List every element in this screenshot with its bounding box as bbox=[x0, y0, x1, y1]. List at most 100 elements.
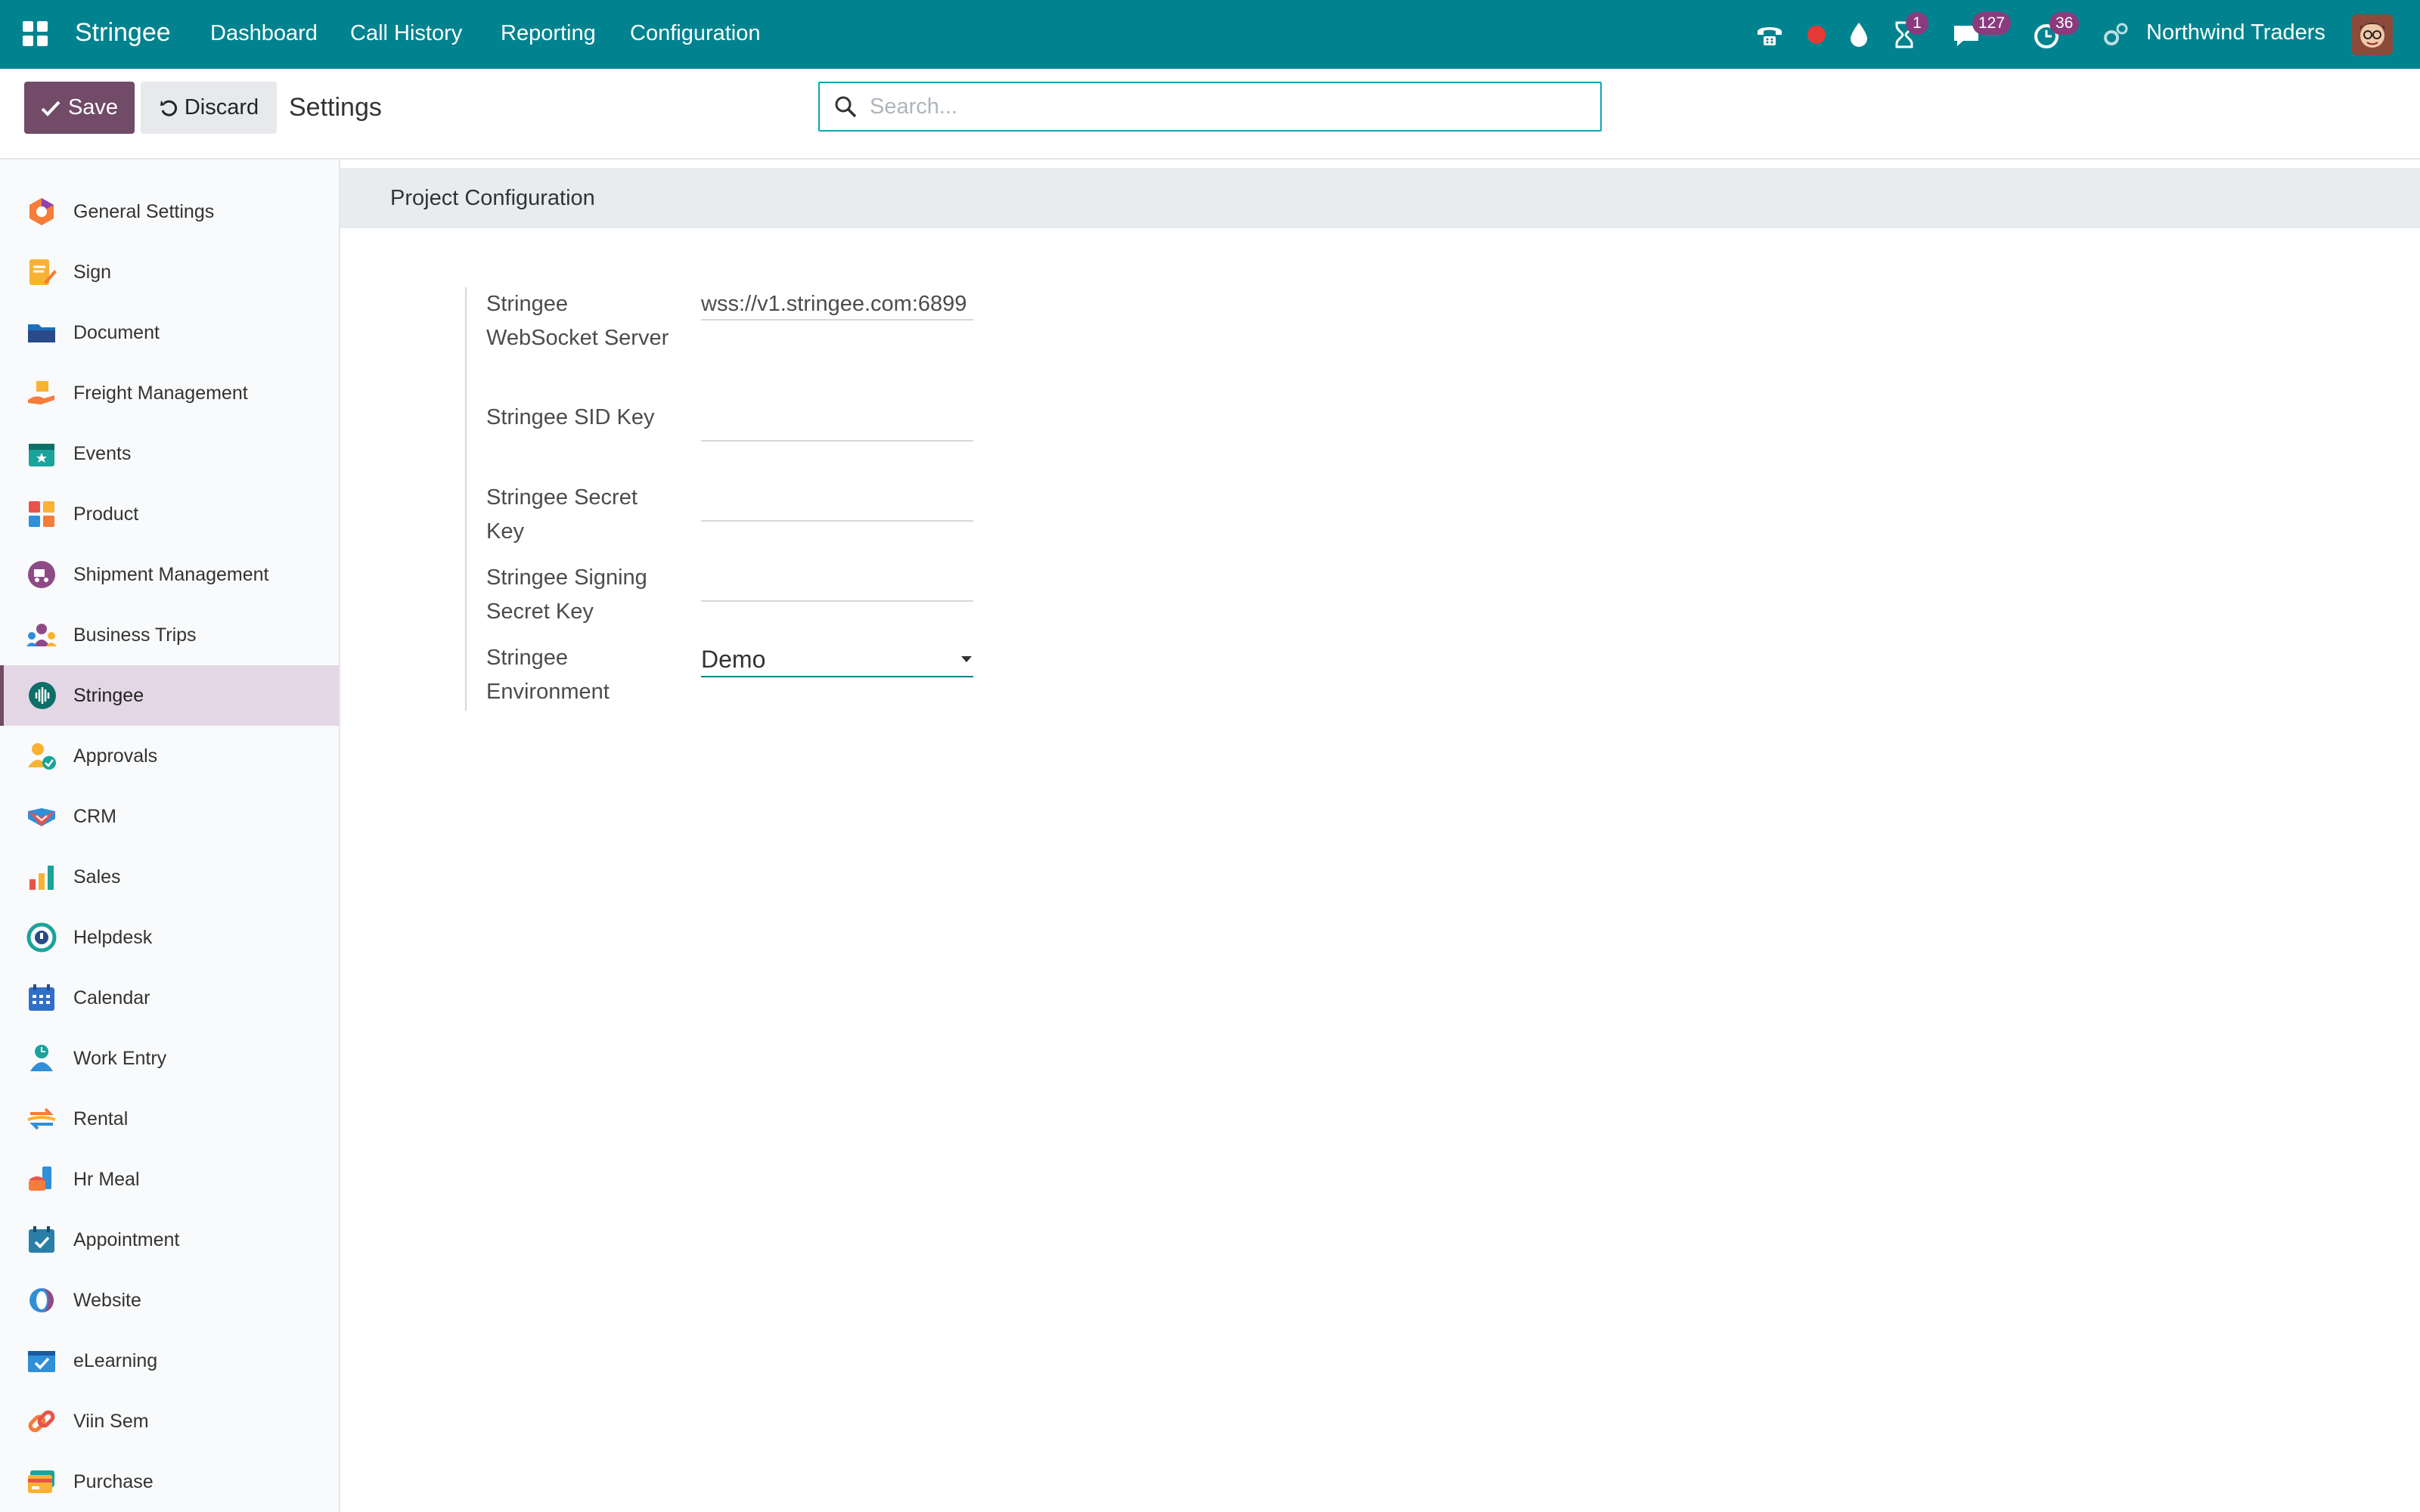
website-icon bbox=[29, 1288, 54, 1312]
shipment-icon bbox=[28, 561, 55, 588]
caret-down-icon bbox=[961, 656, 972, 662]
sidebar-item-label: Shipment Management bbox=[73, 563, 269, 585]
sidebar-item-business-trips[interactable]: Business Trips bbox=[0, 605, 339, 665]
sidebar-item-label: Rental bbox=[73, 1108, 129, 1129]
sidebar-item-freight-management[interactable]: Freight Management bbox=[0, 363, 339, 423]
elearning-icon bbox=[28, 1351, 55, 1372]
approvals-icon bbox=[28, 743, 56, 770]
sidebar-item-label: eLearning bbox=[73, 1349, 158, 1371]
user-avatar[interactable] bbox=[2352, 14, 2393, 55]
sidebar-item-label: Sales bbox=[73, 866, 121, 888]
sales-chart-icon bbox=[29, 866, 54, 890]
sidebar-item-shipment-management[interactable]: Shipment Management bbox=[0, 544, 339, 605]
sidebar-item-label: Helpdesk bbox=[73, 926, 153, 948]
business-trips-icon bbox=[26, 624, 57, 646]
general-settings-icon bbox=[29, 198, 54, 225]
section-title: Project Configuration bbox=[390, 186, 595, 210]
sidebar-item-crm[interactable]: CRM bbox=[0, 786, 339, 847]
sid-key-label: Stringee SID Key bbox=[486, 405, 655, 429]
discard-button[interactable]: Discard bbox=[141, 82, 277, 134]
sidebar-item-appointment[interactable]: Appointment bbox=[0, 1210, 339, 1270]
sidebar-item-label: Work Entry bbox=[73, 1047, 167, 1069]
meal-icon bbox=[29, 1167, 51, 1191]
sidebar-item-hr-meal[interactable]: Hr Meal bbox=[0, 1149, 339, 1210]
save-button[interactable]: Save bbox=[24, 82, 135, 134]
sidebar-item-label: Stringee bbox=[73, 684, 144, 706]
sidebar-item-label: Viin Sem bbox=[73, 1410, 149, 1432]
sign-icon bbox=[29, 259, 57, 285]
rental-icon bbox=[27, 1108, 56, 1130]
apps-grid-icon[interactable] bbox=[21, 20, 50, 48]
sidebar-item-label: Sign bbox=[73, 261, 112, 283]
undo-icon bbox=[160, 100, 177, 116]
sidebar-item-calendar[interactable]: Calendar bbox=[0, 968, 339, 1028]
menu-configuration[interactable]: Configuration bbox=[630, 21, 761, 46]
sidebar-item-general-settings[interactable]: General Settings bbox=[0, 181, 339, 242]
settings-gears-icon[interactable] bbox=[2099, 18, 2133, 51]
sidebar-item-label: Document bbox=[73, 321, 160, 343]
crm-handshake-icon bbox=[28, 808, 55, 826]
work-entry-icon bbox=[30, 1045, 53, 1071]
sidebar-item-sales[interactable]: Sales bbox=[0, 847, 339, 907]
appointment-icon bbox=[29, 1226, 54, 1253]
sidebar-item-elearning[interactable]: eLearning bbox=[0, 1331, 339, 1391]
freight-icon bbox=[28, 381, 54, 404]
environment-select[interactable]: Demo bbox=[701, 641, 973, 677]
sidebar-item-product[interactable]: Product bbox=[0, 484, 339, 544]
sidebar-item-label: Product bbox=[73, 503, 139, 525]
signing-secret-key-label: Stringee Signing Secret Key bbox=[486, 565, 647, 624]
clock-badge: 36 bbox=[2049, 12, 2080, 35]
menu-reporting[interactable]: Reporting bbox=[501, 21, 596, 46]
search-box[interactable] bbox=[818, 82, 1602, 132]
sidebar-item-stringee[interactable]: Stringee bbox=[0, 665, 339, 726]
sidebar-item-label: Calendar bbox=[73, 987, 150, 1009]
sidebar-item-sign[interactable]: Sign bbox=[0, 242, 339, 302]
activities-badge: 1 bbox=[1906, 12, 1928, 35]
sidebar-item-events[interactable]: Events bbox=[0, 423, 339, 484]
drop-icon[interactable] bbox=[1842, 18, 1876, 51]
control-panel: Save Discard Settings bbox=[0, 69, 2420, 160]
sidebar-item-label: Appointment bbox=[73, 1228, 180, 1250]
search-input[interactable] bbox=[868, 93, 1552, 120]
menu-call-history[interactable]: Call History bbox=[350, 21, 462, 46]
sidebar-item-label: Purchase bbox=[73, 1470, 154, 1492]
sidebar-item-viin-sem[interactable]: Viin Sem bbox=[0, 1391, 339, 1452]
sidebar-item-label: Hr Meal bbox=[73, 1168, 140, 1190]
environment-value: Demo bbox=[701, 646, 766, 673]
stringee-icon bbox=[29, 682, 56, 709]
sidebar-item-purchase[interactable]: Purchase bbox=[0, 1452, 339, 1512]
websocket-server-label: Stringee WebSocket Server bbox=[486, 292, 669, 350]
sidebar-item-label: Approvals bbox=[73, 745, 158, 767]
sid-key-input[interactable] bbox=[701, 410, 973, 442]
folder-icon bbox=[28, 324, 55, 342]
sidebar-item-approvals[interactable]: Approvals bbox=[0, 726, 339, 786]
calendar-icon bbox=[29, 984, 54, 1011]
page-title: Settings bbox=[289, 93, 382, 122]
events-icon bbox=[29, 444, 54, 466]
helpdesk-icon bbox=[26, 922, 57, 953]
company-switcher[interactable]: Northwind Traders bbox=[2146, 20, 2325, 45]
sidebar-item-label: Events bbox=[73, 442, 132, 464]
app-brand[interactable]: Stringee bbox=[75, 18, 171, 48]
record-dot-icon[interactable] bbox=[1800, 18, 1833, 51]
signing-secret-key-input[interactable] bbox=[701, 570, 973, 602]
sidebar-item-label: CRM bbox=[73, 805, 116, 827]
settings-sidebar: General Settings Sign Document Freight M… bbox=[0, 160, 340, 1512]
secret-key-label: Stringee Secret Key bbox=[486, 485, 638, 544]
websocket-server-input[interactable] bbox=[701, 289, 973, 321]
save-label: Save bbox=[67, 95, 119, 119]
section-header: Project Configuration bbox=[340, 168, 2420, 228]
discard-label: Discard bbox=[184, 95, 259, 119]
menu-dashboard[interactable]: Dashboard bbox=[210, 21, 318, 46]
top-navbar: Stringee Dashboard Call History Reportin… bbox=[0, 0, 2420, 69]
sidebar-item-website[interactable]: Website bbox=[0, 1270, 339, 1331]
sidebar-item-work-entry[interactable]: Work Entry bbox=[0, 1028, 339, 1089]
phone-icon[interactable] bbox=[1753, 18, 1786, 51]
secret-key-input[interactable] bbox=[701, 490, 973, 522]
link-icon bbox=[28, 1410, 55, 1433]
sidebar-item-document[interactable]: Document bbox=[0, 302, 339, 363]
sidebar-item-helpdesk[interactable]: Helpdesk bbox=[0, 907, 339, 968]
sidebar-item-rental[interactable]: Rental bbox=[0, 1089, 339, 1149]
stringee-config-fields: Stringee WebSocket Server Stringee SID K… bbox=[465, 287, 996, 711]
sidebar-item-label: Freight Management bbox=[73, 382, 248, 404]
